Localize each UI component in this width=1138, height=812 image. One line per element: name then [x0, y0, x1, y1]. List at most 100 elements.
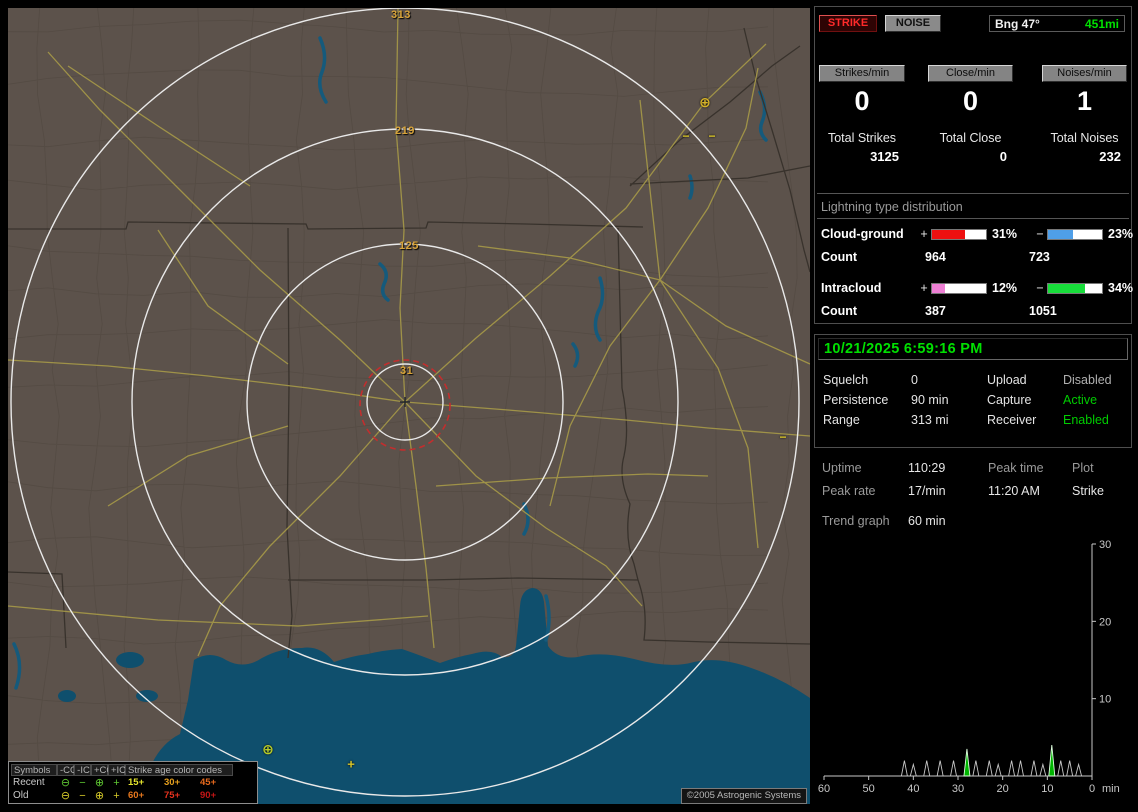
noises-per-min-button[interactable]: Noises/min [1042, 65, 1127, 82]
trend-spike [901, 761, 907, 776]
svg-text:40: 40 [907, 783, 919, 795]
total-strikes-label: Total Strikes [819, 131, 905, 145]
strike-mode-button[interactable]: STRIKE [819, 15, 877, 32]
age-30: 30+ [161, 777, 197, 788]
trend-spike [1067, 761, 1073, 776]
peak-rate-value: 17/min [908, 484, 988, 498]
minus-sign: − [1033, 281, 1047, 295]
trend-spike [1076, 764, 1082, 776]
trend-spike [973, 761, 979, 776]
trend-spike [951, 761, 957, 776]
trend-graph-value: 60 min [908, 514, 988, 528]
close-per-min-column: Close/min 0 Total Close 0 [928, 65, 1013, 164]
plus-sign: + [917, 227, 931, 241]
status-panel: STRIKE NOISE Bng 47° 451mi Strikes/min 0… [810, 0, 1138, 812]
app-window: 313 219 125 31 ⊕−−−⊕+ Symbols -CG -IC +C… [0, 0, 1138, 812]
neg-cg-recent-icon: ⊖ [57, 776, 74, 789]
upload-status: Disabled [1063, 373, 1127, 387]
strikes-per-min-column: Strikes/min 0 Total Strikes 3125 [819, 65, 905, 164]
trend-spike [910, 764, 916, 776]
datetime-display: 10/21/2025 6:59:16 PM [818, 338, 1128, 360]
ic-negative-pct: 34% [1105, 281, 1133, 295]
cg-negative-pct: 23% [1105, 227, 1133, 241]
cloud-ground-counts: Count 964 723 [821, 250, 1127, 264]
trend-graph-label: Trend graph [822, 514, 908, 528]
svg-text:50: 50 [863, 783, 875, 795]
trend-spike [1009, 761, 1015, 776]
ring-label-313: 313 [391, 9, 411, 21]
total-close-label: Total Close [928, 131, 1013, 145]
total-strikes-value: 3125 [819, 149, 905, 164]
bearing-distance: 451mi [1085, 17, 1119, 31]
distribution-title: Lightning type distribution [821, 200, 963, 214]
pos-ic-recent-icon: + [108, 777, 125, 789]
age-75: 75+ [161, 790, 197, 801]
trend-spike [1058, 761, 1064, 776]
plot-value: Strike [1072, 484, 1130, 498]
intracloud-row: Intracloud + 12% − 34% [821, 280, 1127, 296]
bearing-value: Bng 47° [995, 17, 1040, 31]
divider [817, 218, 1129, 219]
receiver-label: Receiver [987, 413, 1063, 427]
strikes-per-min-button[interactable]: Strikes/min [819, 65, 905, 82]
svg-text:10: 10 [1041, 783, 1053, 795]
pos-cg-recent-icon: ⊕ [91, 776, 108, 789]
bearing-readout: Bng 47° 451mi [989, 15, 1125, 32]
persistence-label: Persistence [823, 393, 911, 407]
ic-negative-count: 1051 [1029, 304, 1127, 318]
uptime-value: 110:29 [908, 461, 988, 475]
uptime-row: Uptime 110:29 Peak time Plot [822, 461, 1130, 475]
uptime-label: Uptime [822, 461, 908, 475]
legend-col-neg-cg: -CG [57, 764, 74, 776]
peak-rate-label: Peak rate [822, 484, 908, 498]
svg-text:20: 20 [997, 783, 1009, 795]
age-60: 60+ [125, 790, 161, 801]
strike-marker: + [347, 758, 355, 771]
strike-marker: − [682, 130, 689, 142]
settings-box: 10/21/2025 6:59:16 PM Squelch 0 Upload D… [814, 334, 1132, 448]
strikes-per-min-value: 0 [819, 84, 905, 118]
peak-time-value: 11:20 AM [988, 484, 1072, 498]
capture-status: Active [1063, 393, 1127, 407]
legend-old-label: Old [11, 790, 57, 801]
age-15: 15+ [125, 777, 161, 788]
ic-positive-bar [931, 283, 987, 294]
close-per-min-value: 0 [928, 84, 1013, 118]
cg-positive-bar [931, 229, 987, 240]
svg-text:30: 30 [952, 783, 964, 795]
copyright-notice: ©2005 Astrogenic Systems [681, 788, 807, 804]
ring-label-219: 219 [395, 125, 415, 137]
noise-mode-button[interactable]: NOISE [885, 15, 941, 32]
trend-spike [995, 764, 1001, 776]
cg-positive-count: 964 [925, 250, 1029, 264]
ring-label-31: 31 [400, 365, 413, 377]
count-label: Count [821, 304, 925, 318]
svg-text:10: 10 [1099, 694, 1111, 706]
trend-spike [964, 749, 970, 776]
trend-spike [1049, 745, 1055, 776]
lightning-map[interactable]: 313 219 125 31 ⊕−−−⊕+ Symbols -CG -IC +C… [8, 8, 810, 804]
ic-negative-bar [1047, 283, 1103, 294]
range-label: Range [823, 413, 911, 427]
trend-spike [986, 761, 992, 776]
intracloud-label: Intracloud [821, 281, 917, 295]
plus-sign: + [917, 281, 931, 295]
ring-label-125: 125 [399, 240, 419, 252]
legend-col-pos-cg: +CG [91, 764, 108, 776]
count-label: Count [821, 250, 925, 264]
total-close-value: 0 [928, 149, 1013, 164]
range-value: 313 mi [911, 413, 987, 427]
strike-marker: − [779, 431, 786, 443]
close-per-min-button[interactable]: Close/min [928, 65, 1013, 82]
strike-marker: ⊕ [262, 742, 274, 756]
age-45: 45+ [197, 777, 233, 788]
age-90: 90+ [197, 790, 233, 801]
persistence-value: 90 min [911, 393, 987, 407]
cg-negative-count: 723 [1029, 250, 1127, 264]
intracloud-counts: Count 387 1051 [821, 304, 1127, 318]
noises-per-min-value: 1 [1042, 84, 1127, 118]
cloud-ground-label: Cloud-ground [821, 227, 917, 241]
capture-label: Capture [987, 393, 1063, 407]
strike-marker: ⊕ [699, 95, 711, 109]
svg-text:60: 60 [818, 783, 830, 795]
